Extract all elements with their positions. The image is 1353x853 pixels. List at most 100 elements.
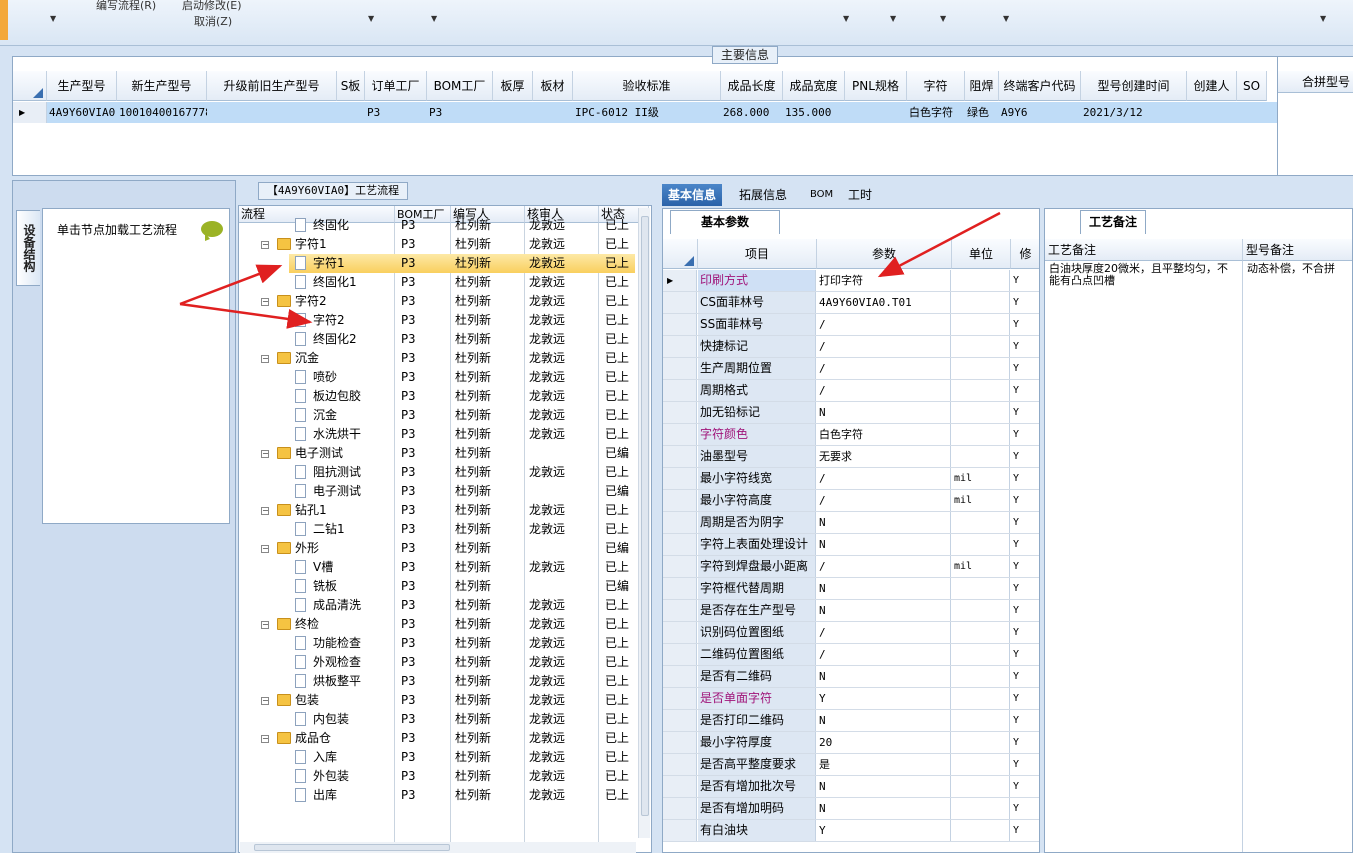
param-row[interactable]: 是否单面字符 Y Y: [663, 688, 1039, 710]
param-value[interactable]: 20: [817, 732, 951, 753]
cancel-menu[interactable]: 取消(Z): [194, 13, 232, 29]
main-col-header[interactable]: 订单工厂: [365, 71, 427, 101]
dropdown-arrow-icon[interactable]: ▼: [1320, 14, 1326, 23]
param-value[interactable]: N: [817, 402, 951, 423]
main-col-header[interactable]: S板: [337, 71, 365, 101]
main-col-header[interactable]: 成品长度: [721, 71, 783, 101]
collapse-icon[interactable]: −: [261, 298, 269, 306]
tree-row[interactable]: − 字符1 P3 杜列新 龙敦远 已上: [239, 235, 639, 254]
tree-row[interactable]: 铣板 P3 杜列新 已编: [239, 577, 639, 596]
param-row[interactable]: 是否打印二维码 N Y: [663, 710, 1039, 732]
params-grid[interactable]: 项目 参数 单位 修 ▶ 印刷方式 打印字符 Y CS面菲林号 4A9Y60VIA0.T0…: [662, 208, 1040, 853]
tree-row[interactable]: 终固化2 P3 杜列新 龙敦远 已上: [239, 330, 639, 349]
scroll-thumb[interactable]: [254, 844, 450, 851]
tree-row[interactable]: 水洗烘干 P3 杜列新 龙敦远 已上: [239, 425, 639, 444]
tree-row[interactable]: − 沉金 P3 杜列新 龙敦远 已上: [239, 349, 639, 368]
param-value[interactable]: /: [817, 468, 951, 489]
tree-row[interactable]: 板边包胶 P3 杜列新 龙敦远 已上: [239, 387, 639, 406]
param-value[interactable]: /: [817, 556, 951, 577]
collapse-icon[interactable]: −: [261, 241, 269, 249]
main-cell[interactable]: [533, 102, 573, 123]
main-col-header[interactable]: SO: [1237, 71, 1267, 101]
param-row[interactable]: CS面菲林号 4A9Y60VIA0.T01 Y: [663, 292, 1039, 314]
param-value[interactable]: 是: [817, 754, 951, 775]
main-cell[interactable]: 2021/3/12: [1081, 102, 1187, 123]
tree-row[interactable]: 烘板整平 P3 杜列新 龙敦远 已上: [239, 672, 639, 691]
dropdown-arrow-icon[interactable]: ▼: [890, 14, 896, 23]
params-col-value[interactable]: 参数: [817, 239, 952, 269]
dropdown-arrow-icon[interactable]: ▼: [843, 14, 849, 23]
notes-col-model[interactable]: 型号备注: [1243, 239, 1352, 261]
params-col-unit[interactable]: 单位: [952, 239, 1011, 269]
main-col-header[interactable]: 型号创建时间: [1081, 71, 1187, 101]
tree-row[interactable]: − 字符2 P3 杜列新 龙敦远 已上: [239, 292, 639, 311]
main-cell[interactable]: 绿色: [965, 102, 999, 123]
param-value[interactable]: N: [817, 798, 951, 819]
basic-params-tab[interactable]: 基本参数: [670, 210, 780, 234]
param-row[interactable]: 是否有增加批次号 N Y: [663, 776, 1039, 798]
tree-row[interactable]: 外观检查 P3 杜列新 龙敦远 已上: [239, 653, 639, 672]
collapse-icon[interactable]: −: [261, 355, 269, 363]
main-cell[interactable]: 135.000: [783, 102, 845, 123]
param-value[interactable]: 白色字符: [817, 424, 951, 445]
tree-row[interactable]: 二钻1 P3 杜列新 龙敦远 已上: [239, 520, 639, 539]
collapse-icon[interactable]: −: [261, 545, 269, 553]
main-col-header[interactable]: 阻焊: [965, 71, 999, 101]
tree-row[interactable]: 电子测试 P3 杜列新 已编: [239, 482, 639, 501]
main-cell[interactable]: [337, 102, 365, 123]
collapse-icon[interactable]: −: [261, 450, 269, 458]
tree-row[interactable]: − 包装 P3 杜列新 龙敦远 已上: [239, 691, 639, 710]
param-value[interactable]: N: [817, 534, 951, 555]
dropdown-arrow-icon[interactable]: ▼: [50, 14, 56, 23]
tree-row[interactable]: 阻抗测试 P3 杜列新 龙敦远 已上: [239, 463, 639, 482]
param-row[interactable]: 生产周期位置 / Y: [663, 358, 1039, 380]
tree-row[interactable]: 字符1 P3 杜列新 龙敦远 已上: [289, 254, 635, 273]
tree-horizontal-scrollbar[interactable]: [240, 842, 636, 853]
param-value[interactable]: /: [817, 490, 951, 511]
main-cell[interactable]: IPC-6012 II级: [573, 102, 721, 123]
collapse-icon[interactable]: −: [261, 697, 269, 705]
param-value[interactable]: /: [817, 644, 951, 665]
params-col-flag[interactable]: 修: [1011, 239, 1039, 269]
collapse-icon[interactable]: −: [261, 621, 269, 629]
param-row[interactable]: 字符框代替周期 N Y: [663, 578, 1039, 600]
dropdown-arrow-icon[interactable]: ▼: [368, 14, 374, 23]
tree-row[interactable]: − 终检 P3 杜列新 龙敦远 已上: [239, 615, 639, 634]
main-cell[interactable]: P3: [427, 102, 493, 123]
param-value[interactable]: N: [817, 776, 951, 797]
params-col-item[interactable]: 项目: [698, 239, 817, 269]
param-row[interactable]: 是否有二维码 N Y: [663, 666, 1039, 688]
param-value[interactable]: Y: [817, 688, 951, 709]
main-cell[interactable]: P3: [365, 102, 427, 123]
tree-vertical-scrollbar[interactable]: [638, 208, 650, 838]
param-value[interactable]: /: [817, 622, 951, 643]
param-value[interactable]: /: [817, 358, 951, 379]
tab-labor-hours[interactable]: 工时: [842, 184, 878, 206]
speech-bubble-icon[interactable]: [201, 221, 223, 241]
param-row[interactable]: 是否高平整度要求是 Y: [663, 754, 1039, 776]
tab-extended-info[interactable]: 拓展信息: [733, 184, 793, 206]
param-value[interactable]: 4A9Y60VIA0.T01: [817, 292, 951, 313]
main-col-header[interactable]: 验收标准: [573, 71, 721, 101]
param-row[interactable]: 周期是否为阴字 N Y: [663, 512, 1039, 534]
main-cell[interactable]: [1187, 102, 1237, 123]
tree-row[interactable]: 入库 P3 杜列新 龙敦远 已上: [239, 748, 639, 767]
tree-row[interactable]: − 电子测试 P3 杜列新 已编: [239, 444, 639, 463]
param-row[interactable]: 字符颜色 白色字符 Y: [663, 424, 1039, 446]
tab-basic-info[interactable]: 基本信息: [662, 184, 723, 206]
dropdown-arrow-icon[interactable]: ▼: [940, 14, 946, 23]
param-row[interactable]: 字符到焊盘最小距离 / mil Y: [663, 556, 1039, 578]
param-value[interactable]: N: [817, 666, 951, 687]
dropdown-arrow-icon[interactable]: ▼: [431, 14, 437, 23]
tree-row[interactable]: 字符2 P3 杜列新 龙敦远 已上: [239, 311, 639, 330]
model-note-text[interactable]: 动态补偿，不合拼: [1247, 263, 1352, 275]
param-row[interactable]: 有白油块 Y Y: [663, 820, 1039, 842]
edit-flow-menu[interactable]: 编写流程(R): [96, 0, 156, 13]
param-value[interactable]: 打印字符: [817, 270, 951, 291]
tree-row[interactable]: 内包装 P3 杜列新 龙敦远 已上: [239, 710, 639, 729]
main-col-header[interactable]: 板厚: [493, 71, 533, 101]
main-cell[interactable]: 4A9Y60VIA0: [47, 102, 117, 123]
main-cell[interactable]: [207, 102, 337, 123]
notes-grid[interactable]: 工艺备注 型号备注 白油块厚度20微米，且平整均匀，不能有凸点凹槽 动态补偿，不…: [1044, 208, 1353, 853]
param-value[interactable]: /: [817, 336, 951, 357]
